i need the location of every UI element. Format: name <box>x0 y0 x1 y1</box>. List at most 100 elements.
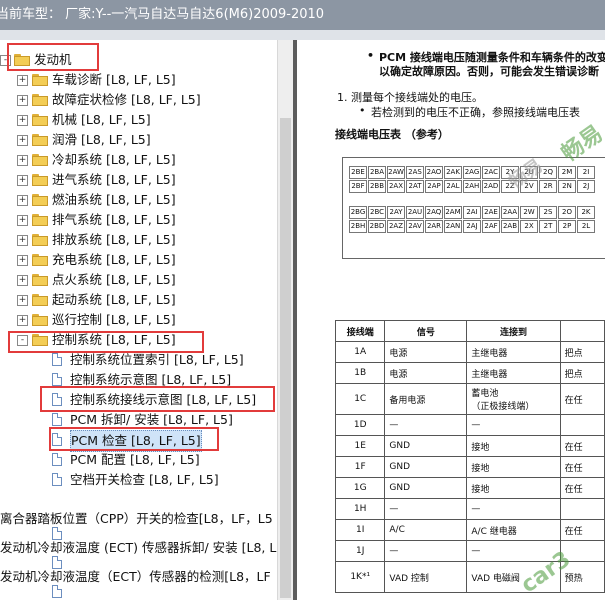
connector-pin: 2BH <box>349 220 367 233</box>
tree-item[interactable]: + 冷却系统 [L8, LF, L5] <box>0 150 293 170</box>
tree-item[interactable]: + 润滑 [L8, LF, L5] <box>0 130 293 150</box>
tree-item-label: PCM 配置 [L8, LF, L5] <box>70 452 200 467</box>
connector-pin: 2BB <box>368 180 386 193</box>
connector-pin: 2AJ <box>463 220 481 233</box>
expand-icon[interactable]: + <box>17 75 28 86</box>
table-row: 1A 电源 主继电器 把点 <box>334 341 605 363</box>
expand-icon[interactable]: + <box>17 315 28 326</box>
tree-item[interactable]: 发动机冷却液温度（ECT）传感器的检测[L8，LF <box>0 567 293 587</box>
tree-item-label: 发动机冷却液温度（ECT）传感器的检测[L8，LF <box>0 569 271 584</box>
connector-pin: 2AY <box>387 206 405 219</box>
tree-item[interactable]: + 机械 [L8, LF, L5] <box>0 110 293 130</box>
tree-item[interactable]: + 故障症状检修 [L8, LF, L5] <box>0 90 293 110</box>
expand-icon[interactable]: + <box>17 235 28 246</box>
table-row: 1D — — <box>334 414 605 436</box>
folder-icon <box>32 94 48 106</box>
table-row: 1I A/C A/C 继电器 在任 <box>334 519 605 541</box>
highlight-box <box>8 331 204 353</box>
expand-icon[interactable]: + <box>17 215 28 226</box>
folder-icon <box>32 294 48 306</box>
table-header-row: 接线端 信号 连接到 <box>334 320 605 342</box>
scrollbar-thumb[interactable] <box>280 118 291 598</box>
document-icon <box>52 453 62 466</box>
navigation-tree[interactable]: - 发动机 + 车载诊断 [L8, LF, L5] + 故障症状检修 [L8, LF, L… <box>0 40 293 600</box>
tree-item[interactable]: + 点火系统 [L8, LF, L5] <box>0 270 293 290</box>
expand-icon[interactable]: + <box>17 195 28 206</box>
tree-item[interactable]: 发动机冷却液温度 (ECT) 传感器拆卸/ 安装 [L8, L <box>0 538 293 558</box>
tree-item[interactable]: 离合器踏板位置（CPP）开关的检查[L8，LF，L5 <box>0 509 293 529</box>
folder-icon <box>32 174 48 186</box>
tree-item[interactable]: + 进气系统 [L8, LF, L5] <box>0 170 293 190</box>
table-header-cell <box>559 320 605 342</box>
expand-icon[interactable]: + <box>17 175 28 186</box>
tree-subitem[interactable]: PCM 配置 [L8, LF, L5] <box>0 450 293 470</box>
table-cell: 1F <box>334 456 386 478</box>
tree-item[interactable]: + 车载诊断 [L8, LF, L5] <box>0 70 293 90</box>
table-cell: A/C <box>384 519 468 541</box>
connector-pin: 2AI <box>463 206 481 219</box>
document-icon <box>52 585 62 598</box>
table-header-cell: 连接到 <box>466 320 561 342</box>
expand-icon[interactable]: + <box>17 295 28 306</box>
expand-icon[interactable]: + <box>17 95 28 106</box>
tree-subitem[interactable]: 控制系统位置索引 [L8, LF, L5] <box>0 350 293 370</box>
connector-pin: 2AZ <box>387 220 405 233</box>
folder-icon <box>32 154 48 166</box>
table-cell: 1J <box>334 540 386 562</box>
doc-table-title: 接线端电压表 （参考） <box>335 128 449 141</box>
table-cell <box>559 498 605 520</box>
table-cell: 备用电源 <box>384 383 468 415</box>
tree-subitem[interactable]: 空档开关检查 [L8, LF, L5] <box>0 470 293 490</box>
expand-icon[interactable]: + <box>17 275 28 286</box>
connector-pin: 2BF <box>349 180 367 193</box>
table-cell: 1C <box>334 383 386 415</box>
tree-item-label: 润滑 [L8, LF, L5] <box>52 132 151 147</box>
table-row: 1E GND 接地 在任 <box>334 435 605 457</box>
table-cell: 1A <box>334 341 386 363</box>
expand-icon[interactable]: + <box>17 135 28 146</box>
connector-diagram: 2BE 2BA 2AW 2AS 2AO 2AK 2AG 2AC 2Y 2U 2Q 2M 2I 2BF 2BB… <box>342 157 605 259</box>
connector-pin: 2AS <box>406 166 424 179</box>
tree-scrollbar[interactable] <box>277 40 294 600</box>
tree-item[interactable]: + 巡行控制 [L8, LF, L5] <box>0 310 293 330</box>
connector-pin: 2AG <box>463 166 481 179</box>
connector-pin: 2T <box>539 220 557 233</box>
connector-pin: 2BE <box>349 166 367 179</box>
expand-icon[interactable]: + <box>17 115 28 126</box>
highlight-box <box>49 427 219 451</box>
tree-item-label: 点火系统 [L8, LF, L5] <box>52 272 176 287</box>
folder-icon <box>32 314 48 326</box>
connector-pin: 2K <box>577 206 595 219</box>
doc-note-bullet: • <box>367 49 375 62</box>
tree-item[interactable]: + 排放系统 [L8, LF, L5] <box>0 230 293 250</box>
folder-icon <box>32 214 48 226</box>
document-icon <box>52 473 62 486</box>
table-cell: A/C 继电器 <box>466 519 561 541</box>
connector-pin: 2AX <box>387 180 405 193</box>
expand-icon[interactable]: + <box>17 255 28 266</box>
tree-item[interactable]: + 充电系统 [L8, LF, L5] <box>0 250 293 270</box>
table-cell: 主继电器 <box>466 341 561 363</box>
connector-pin: 2BC <box>368 206 386 219</box>
table-row: 1G GND 接地 在任 <box>334 477 605 499</box>
table-cell: 1B <box>334 362 386 384</box>
table-cell: 电源 <box>384 341 468 363</box>
connector-pin: 2BG <box>349 206 367 219</box>
tree-item[interactable]: + 排气系统 [L8, LF, L5] <box>0 210 293 230</box>
tree-item[interactable]: + 燃油系统 [L8, LF, L5] <box>0 190 293 210</box>
expand-icon[interactable]: + <box>17 155 28 166</box>
connector-pin: 2L <box>577 220 595 233</box>
table-cell: GND <box>384 456 468 478</box>
connector-pin: 2AL <box>444 180 462 193</box>
tree-item-label: 燃油系统 [L8, LF, L5] <box>52 192 176 207</box>
table-cell: — <box>466 498 561 520</box>
table-row: 1H — — <box>334 498 605 520</box>
connector-pin: 2I <box>577 166 595 179</box>
table-cell: 1G <box>334 477 386 499</box>
tree-item[interactable]: + 起动系统 [L8, LF, L5] <box>0 290 293 310</box>
tree-item-label: 机械 [L8, LF, L5] <box>52 112 151 127</box>
tree-item-label: 进气系统 [L8, LF, L5] <box>52 172 176 187</box>
document-icon <box>52 353 62 366</box>
folder-icon <box>32 234 48 246</box>
table-cell: — <box>384 498 468 520</box>
